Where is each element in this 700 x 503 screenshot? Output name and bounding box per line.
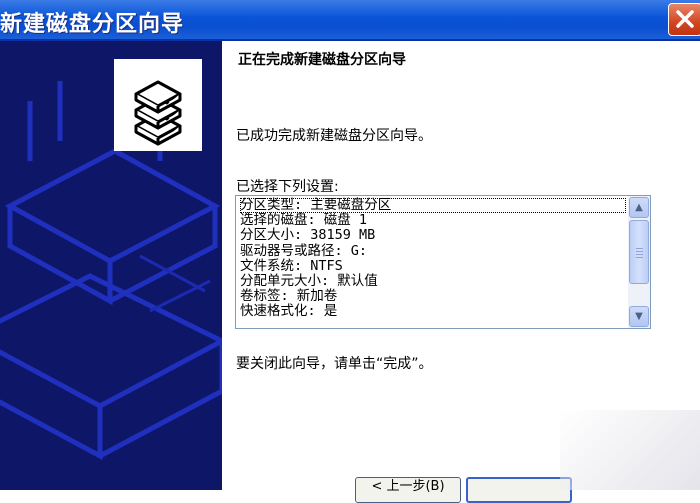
vertical-scrollbar[interactable]: ▲ ▼ xyxy=(628,196,650,328)
settings-listbox[interactable]: 分区类型: 主要磁盘分区 选择的磁盘: 磁盘 1 分区大小: 38159 MB … xyxy=(235,195,651,329)
close-hint: 要关闭此向导，请单击“完成”。 xyxy=(236,356,433,372)
settings-list: 分区类型: 主要磁盘分区 选择的磁盘: 磁盘 1 分区大小: 38159 MB … xyxy=(240,197,626,320)
grip-icon xyxy=(636,248,643,249)
settings-label: 已选择下列设置: xyxy=(236,179,339,195)
page-title: 正在完成新建磁盘分区向导 xyxy=(238,52,406,68)
list-item[interactable]: 驱动器号或路径: G: xyxy=(240,243,626,259)
scroll-up-button[interactable]: ▲ xyxy=(629,197,649,218)
list-item[interactable]: 文件系统: NTFS xyxy=(240,258,626,274)
finish-button[interactable] xyxy=(466,477,572,503)
wizard-banner xyxy=(0,41,222,490)
list-item[interactable]: 卷标签: 新加卷 xyxy=(240,289,626,304)
list-item[interactable]: 快速格式化: 是 xyxy=(240,304,626,319)
list-item[interactable]: 分区大小: 38159 MB xyxy=(240,228,626,243)
list-item[interactable]: 分区类型: 主要磁盘分区 xyxy=(240,197,626,214)
title-bar: 新建磁盘分区向导 xyxy=(0,0,700,41)
success-message: 已成功完成新建磁盘分区向导。 xyxy=(236,128,432,144)
watermark-blur xyxy=(560,410,700,490)
scroll-down-button[interactable]: ▼ xyxy=(629,306,649,327)
list-item[interactable]: 选择的磁盘: 磁盘 1 xyxy=(240,213,626,228)
banner-disk-art xyxy=(0,59,222,461)
chevron-down-icon: ▼ xyxy=(635,311,643,322)
close-button[interactable] xyxy=(668,3,700,36)
list-item[interactable]: 分配单元大小: 默认值 xyxy=(240,273,626,289)
back-button[interactable]: < 上一步(B) xyxy=(355,477,461,503)
window-title: 新建磁盘分区向导 xyxy=(0,12,185,37)
chevron-up-icon: ▲ xyxy=(635,202,643,213)
scroll-thumb[interactable] xyxy=(629,220,649,284)
close-icon xyxy=(676,10,694,28)
